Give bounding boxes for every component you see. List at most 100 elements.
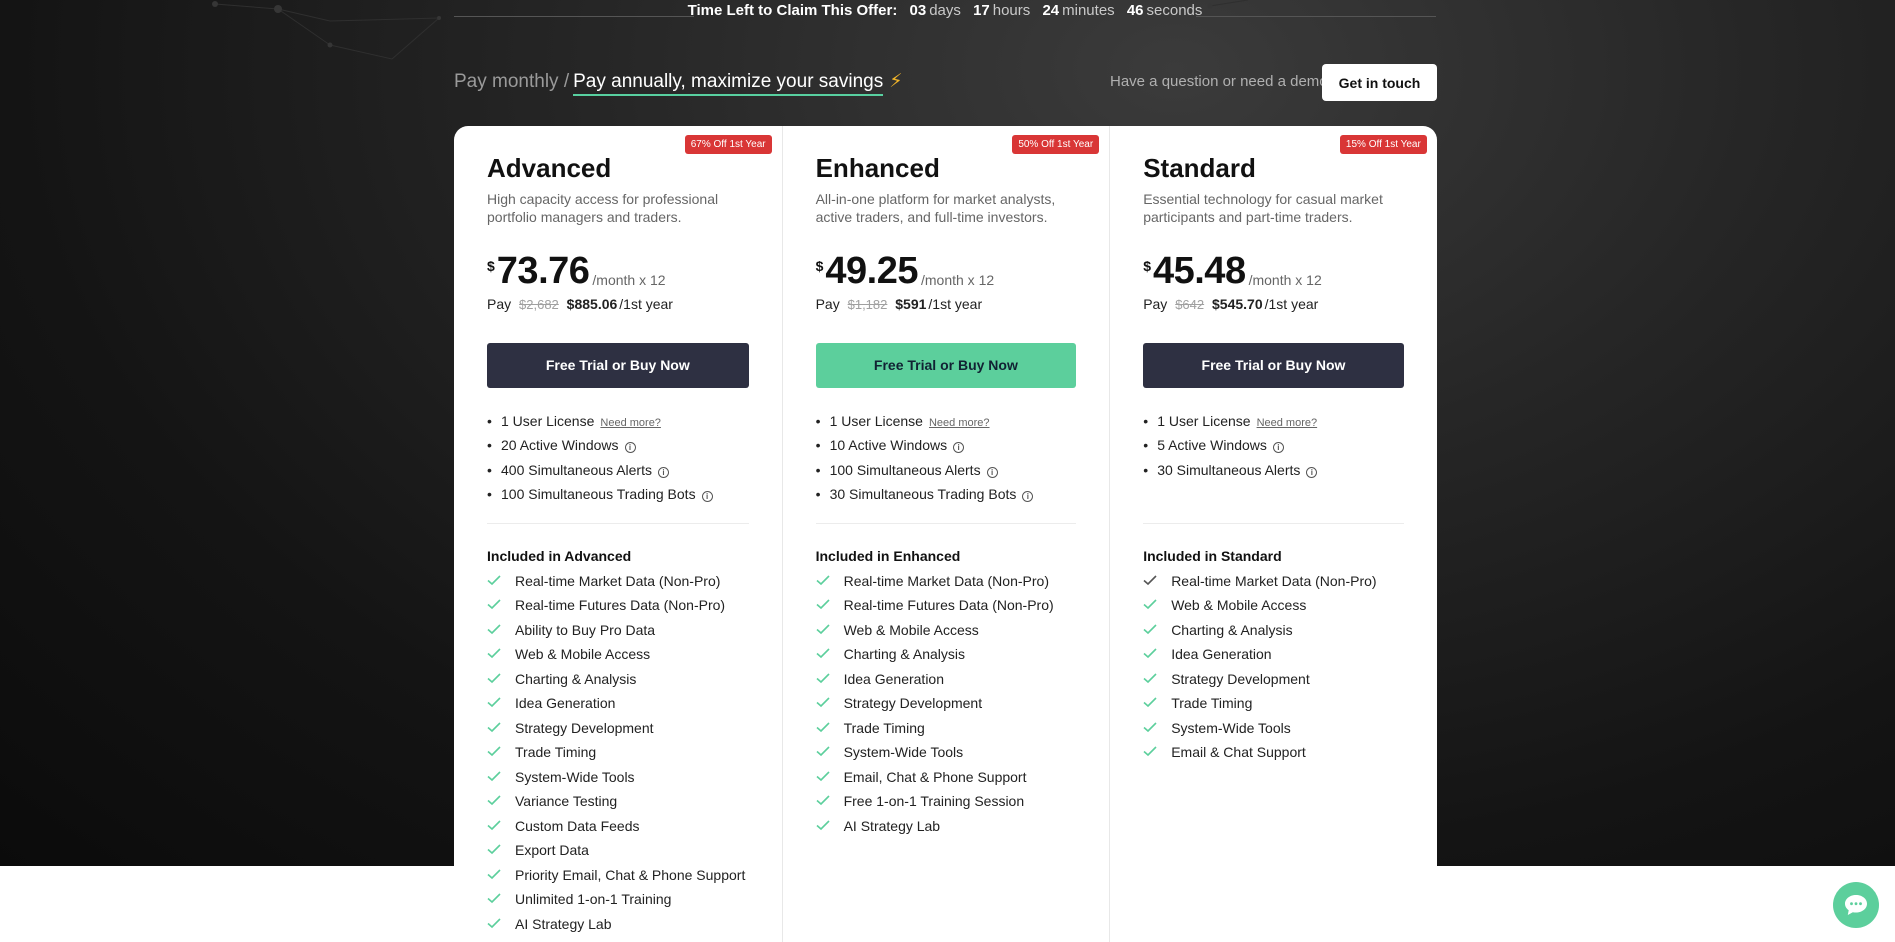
- countdown-seconds: 46: [1126, 2, 1144, 19]
- offer-countdown: Time Left to Claim This Offer: 03 days 17…: [454, 0, 1436, 26]
- feature-label: System-Wide Tools: [1171, 719, 1291, 736]
- feature-label: Idea Generation: [515, 695, 616, 712]
- check-icon: [1143, 599, 1157, 610]
- feature-list: Real-time Market Data (Non-Pro) Web & Mob…: [1143, 573, 1404, 769]
- plan-card-standard: 15% Off 1st Year Standard Essential tech…: [1109, 126, 1437, 942]
- list-item: Real-time Futures Data (Non-Pro): [816, 597, 1077, 622]
- need-more-link[interactable]: Need more?: [1257, 417, 1318, 429]
- price-period: /month x 12: [592, 271, 666, 288]
- feature-label: Real-time Market Data (Non-Pro): [1171, 572, 1377, 589]
- feature-label: Export Data: [515, 842, 589, 859]
- pay-prefix: Pay: [815, 295, 840, 312]
- list-item: 1 User LicenseNeed more?: [487, 413, 749, 438]
- info-icon[interactable]: i: [657, 466, 669, 478]
- feature-label: Custom Data Feeds: [515, 817, 640, 834]
- feature-label: Strategy Development: [843, 695, 983, 712]
- check-icon: [1143, 746, 1157, 757]
- feature-label: Trade Timing: [515, 744, 597, 761]
- feature-label: AI Strategy Lab: [843, 817, 941, 834]
- feature-label: System-Wide Tools: [515, 768, 635, 785]
- discounted-total: $545.70: [1212, 295, 1263, 312]
- check-icon: [816, 599, 830, 610]
- check-icon: [487, 599, 501, 610]
- info-icon[interactable]: i: [701, 491, 713, 503]
- feature-label: AI Strategy Lab: [515, 915, 612, 932]
- need-more-link[interactable]: Need more?: [929, 417, 990, 429]
- info-icon[interactable]: i: [1022, 491, 1034, 503]
- discounted-total: $885.06: [566, 295, 618, 312]
- list-item: Web & Mobile Access: [1143, 597, 1404, 622]
- feature-label: Priority Email, Chat & Phone Support: [515, 866, 746, 883]
- list-item: Priority Email, Chat & Phone Support: [487, 867, 749, 892]
- chat-widget-button[interactable]: [1833, 882, 1879, 928]
- countdown-hours: 17: [973, 2, 990, 19]
- list-item: Email, Chat & Phone Support: [816, 769, 1077, 794]
- plan-limits: 1 User LicenseNeed more? 20 Active Windo…: [487, 413, 749, 523]
- feature-label: Email, Chat & Phone Support: [843, 768, 1027, 785]
- check-icon: [1143, 673, 1157, 683]
- demo-question: Have a question or need a demo?: [1110, 73, 1336, 90]
- feature-label: Strategy Development: [1171, 670, 1310, 687]
- check-icon: [1143, 624, 1157, 634]
- feature-list: Real-time Market Data (Non-Pro) Real-time…: [487, 573, 749, 941]
- info-icon[interactable]: i: [624, 442, 636, 454]
- check-icon: [487, 844, 501, 855]
- currency-symbol: $: [1143, 257, 1151, 274]
- check-icon: [1143, 575, 1157, 585]
- original-total: $2,682: [519, 296, 559, 312]
- pay-summary: Pay $2,682 $885.06/1st year: [487, 296, 749, 312]
- feature-label: Web & Mobile Access: [1171, 597, 1307, 614]
- price-amount: 49.25: [825, 249, 918, 292]
- info-icon[interactable]: i: [1306, 466, 1318, 478]
- check-icon: [816, 697, 830, 708]
- feature-label: Variance Testing: [515, 793, 618, 810]
- discounted-total: $591: [895, 295, 927, 312]
- list-item: Charting & Analysis: [487, 671, 749, 696]
- pay-summary: Pay $1,182 $591/1st year: [816, 296, 1077, 312]
- info-icon[interactable]: i: [986, 466, 998, 478]
- pay-prefix: Pay: [487, 295, 512, 312]
- info-icon[interactable]: i: [1272, 442, 1284, 454]
- pay-monthly-option[interactable]: Pay monthly /: [454, 71, 569, 92]
- first-year-label: /1st year: [928, 295, 983, 312]
- discount-badge: 50% Off 1st Year: [1012, 135, 1100, 154]
- countdown-days-unit: days: [929, 2, 961, 19]
- list-item: Export Data: [487, 842, 749, 867]
- list-item: 30 Simultaneous Trading Botsi: [816, 486, 1077, 511]
- check-icon: [487, 673, 501, 683]
- check-icon: [816, 648, 830, 659]
- list-item: Web & Mobile Access: [816, 622, 1077, 647]
- free-trial-buy-button[interactable]: Free Trial or Buy Now: [487, 342, 749, 388]
- price-period: /month x 12: [1248, 271, 1322, 288]
- check-icon: [487, 648, 501, 659]
- get-in-touch-button[interactable]: Get in touch: [1322, 64, 1437, 101]
- discount-badge: 67% Off 1st Year: [684, 135, 772, 154]
- feature-list: Real-time Market Data (Non-Pro) Real-time…: [816, 573, 1077, 843]
- feature-label: Real-time Futures Data (Non-Pro): [843, 597, 1054, 614]
- list-item: System-Wide Tools: [487, 769, 749, 794]
- list-item: 100 Simultaneous Trading Botsi: [487, 486, 749, 511]
- list-item: Real-time Market Data (Non-Pro): [1143, 573, 1404, 598]
- plan-price: $ 45.48 /month x 12: [1143, 252, 1404, 290]
- need-more-link[interactable]: Need more?: [600, 417, 661, 429]
- info-icon[interactable]: i: [953, 442, 965, 454]
- check-icon: [487, 869, 501, 879]
- pay-prefix: Pay: [1143, 295, 1168, 312]
- list-item: Idea Generation: [487, 695, 749, 720]
- list-item: 30 Simultaneous Alertsi: [1143, 462, 1404, 487]
- free-trial-buy-button[interactable]: Free Trial or Buy Now: [1143, 342, 1404, 388]
- free-trial-buy-button[interactable]: Free Trial or Buy Now: [815, 342, 1077, 388]
- check-icon: [816, 746, 830, 757]
- list-item: AI Strategy Lab: [816, 818, 1077, 843]
- lightning-icon: ⚡: [889, 71, 903, 92]
- currency-symbol: $: [815, 257, 824, 274]
- list-item: 5 Active Windowsi: [1143, 437, 1404, 462]
- list-item: Trade Timing: [816, 720, 1077, 745]
- plan-price: $ 49.25 /month x 12: [816, 252, 1077, 290]
- countdown-minutes-unit: minutes: [1062, 2, 1115, 19]
- list-item: Ability to Buy Pro Data: [487, 622, 749, 647]
- list-item: Trade Timing: [487, 744, 749, 769]
- plan-description: Essential technology for casual market p…: [1143, 190, 1383, 225]
- list-item: 1 User LicenseNeed more?: [816, 413, 1077, 438]
- pay-annually-option[interactable]: Pay annually, maximize your savings: [573, 71, 884, 96]
